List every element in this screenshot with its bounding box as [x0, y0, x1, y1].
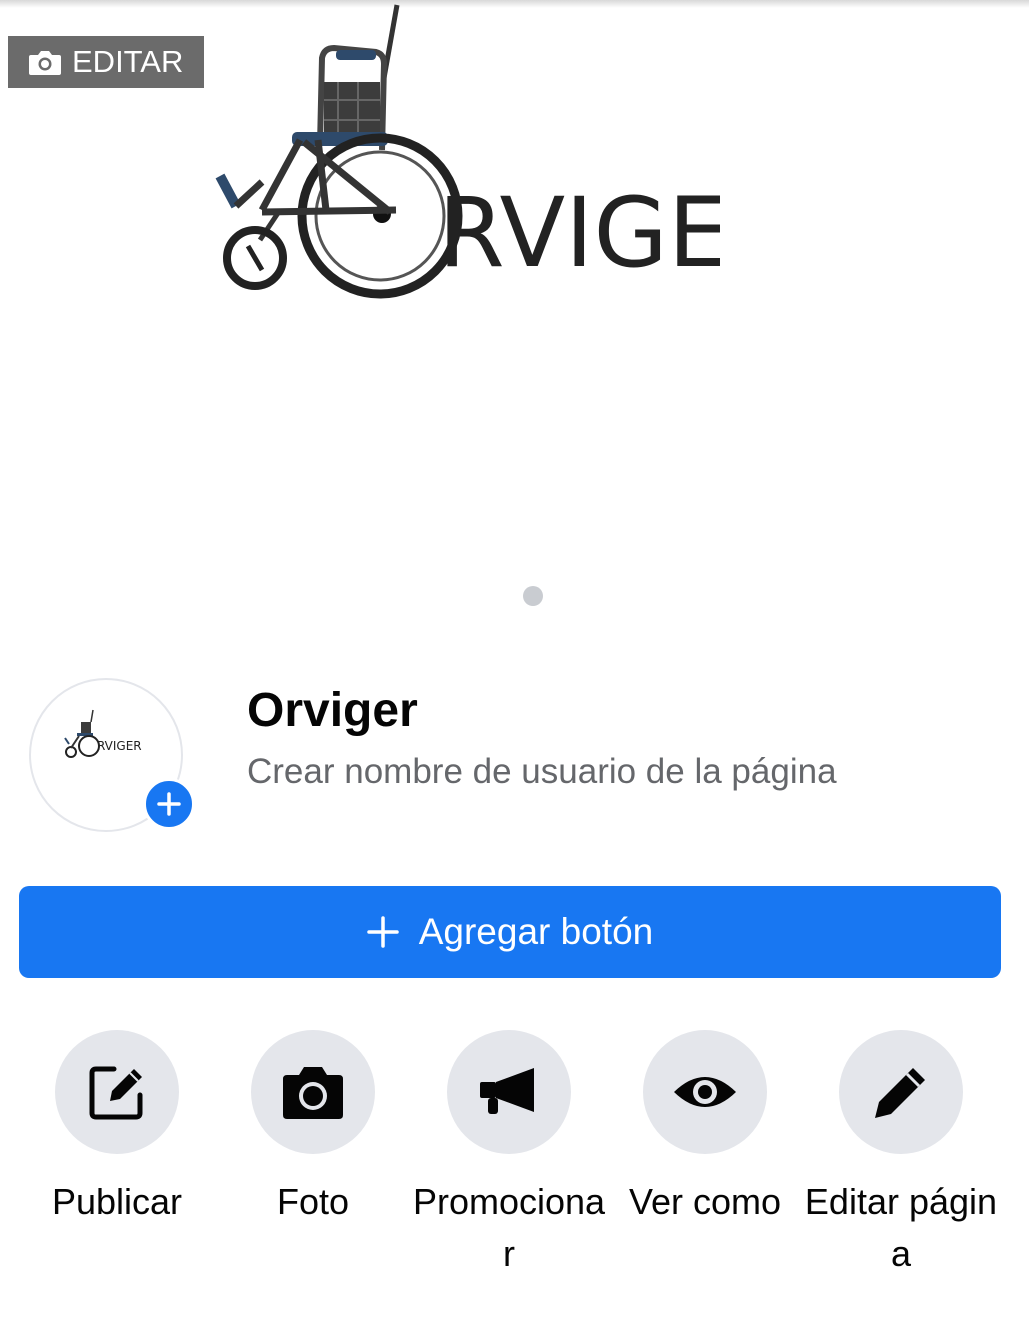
orviger-logo: RVIGER	[215, 4, 720, 299]
camera-icon	[283, 1067, 343, 1119]
edit-page-action[interactable]: Editar página	[803, 1030, 999, 1280]
avatar-logo: RVIGER	[64, 709, 142, 758]
edit-cover-button[interactable]: EDITAR	[8, 36, 204, 88]
promote-circle	[447, 1030, 571, 1154]
view-as-label: Ver como	[628, 1181, 782, 1222]
eye-icon	[674, 1077, 736, 1107]
promote-label: Promocionar	[412, 1181, 606, 1274]
add-button-label: Agregar botón	[418, 911, 654, 952]
publish-circle	[55, 1030, 179, 1154]
view-as-action[interactable]: Ver como	[607, 1030, 803, 1228]
megaphone-icon	[480, 1068, 534, 1114]
change-profile-picture-button[interactable]	[143, 778, 195, 830]
pencil-icon	[875, 1068, 925, 1118]
promote-action[interactable]: Promocionar	[411, 1030, 607, 1280]
plus-icon	[157, 792, 181, 816]
action-bar: Publicar Foto Promocionar Ver como Edita…	[0, 1030, 1029, 1290]
avatar-logo-text: RVIGER	[97, 739, 142, 753]
page-title: Orviger	[247, 684, 418, 737]
edit-cover-label: EDITAR	[72, 44, 184, 79]
create-username-link[interactable]: Crear nombre de usuario de la página	[247, 752, 837, 792]
add-button-cta[interactable]: Agregar botón	[19, 886, 1001, 978]
cover-photo[interactable]: RVIGER EDITAR	[0, 0, 1029, 630]
cover-logo-text: RVIGER	[438, 177, 720, 289]
edit-page-label: Editar página	[804, 1181, 998, 1274]
plus-icon	[366, 916, 399, 948]
compose-icon	[89, 1066, 143, 1120]
photo-circle	[251, 1030, 375, 1154]
publish-action[interactable]: Publicar	[19, 1030, 215, 1228]
camera-icon	[29, 51, 61, 75]
photo-action[interactable]: Foto	[215, 1030, 411, 1228]
edit-page-circle	[839, 1030, 963, 1154]
view-as-circle	[643, 1030, 767, 1154]
publish-label: Publicar	[51, 1181, 183, 1222]
carousel-indicator-dot	[523, 586, 543, 606]
photo-label: Foto	[276, 1181, 350, 1222]
page-profile-screen: RVIGER EDITAR RVIGER Or	[0, 0, 1029, 1321]
